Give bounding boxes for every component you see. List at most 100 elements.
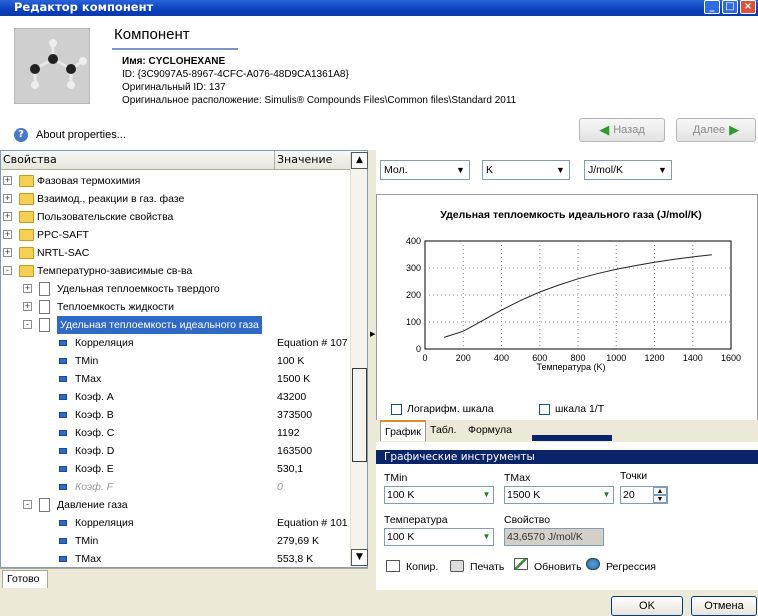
splitter[interactable]: ▶ <box>368 150 376 590</box>
tree-row-value: 100 K <box>277 355 305 367</box>
folder-icon <box>19 229 34 241</box>
points-spinner[interactable]: 20 ▲ ▼ <box>620 486 668 504</box>
property-bullet-icon <box>59 412 67 418</box>
tree-property-row[interactable]: Коэф. E 530,1 <box>1 460 350 478</box>
tab-graph[interactable]: График <box>380 420 426 441</box>
log-scale-checkbox[interactable] <box>391 404 402 415</box>
tree-property-row[interactable]: TMin 279,69 K <box>1 532 350 550</box>
tree-node-row[interactable]: + Удельная теплоемкость твердого <box>1 280 350 298</box>
tree-folder-row[interactable]: + Взаимод., реакции в газ. фазе <box>1 190 350 208</box>
view-tabs: График Табл. Формула <box>376 420 758 442</box>
tree-row-label: Удельная теплоемкость идеального газа <box>57 316 262 334</box>
ok-button[interactable]: OK <box>611 596 683 616</box>
tree-row-value: Equation # 101 <box>277 517 348 529</box>
spin-up-icon[interactable]: ▲ <box>653 487 667 495</box>
scroll-down-button[interactable]: ▼ <box>351 549 368 566</box>
folder-icon <box>19 247 34 259</box>
tab-formula[interactable]: Формула <box>464 420 516 441</box>
property-bullet-icon <box>59 358 67 364</box>
property-bullet-icon <box>59 484 67 490</box>
tmin-select[interactable]: 100 K ▼ <box>384 486 494 504</box>
scroll-up-button[interactable]: ▲ <box>351 152 368 169</box>
tab-table[interactable]: Табл. <box>426 420 460 441</box>
expand-icon[interactable]: + <box>23 284 32 293</box>
tree-folder-row[interactable]: + PPC-SAFT <box>1 226 350 244</box>
tree-row-label: Корреляция <box>75 337 134 349</box>
expand-icon[interactable]: + <box>3 230 12 239</box>
tree-property-row[interactable]: Корреляция Equation # 107 <box>1 334 350 352</box>
close-button[interactable]: × <box>740 0 756 14</box>
tree-row-value: 43200 <box>277 391 307 403</box>
tree-scrollbar[interactable]: ▲ ▼ <box>350 152 368 567</box>
temp-unit-select[interactable]: K ▼ <box>482 160 570 180</box>
tree-node-row[interactable]: + Теплоемкость жидкости <box>1 298 350 316</box>
print-button[interactable]: Печать <box>470 561 504 573</box>
tree-row-label: Коэф. C <box>75 427 115 439</box>
folder-icon <box>19 211 34 223</box>
column-header-value[interactable]: Значение <box>275 151 350 170</box>
tree-folder-row[interactable]: + Пользовательские свойства <box>1 208 350 226</box>
tree-property-row[interactable]: Коэф. C 1192 <box>1 424 350 442</box>
tree-row-value: 1192 <box>277 427 300 439</box>
tree-row-label: Температурно-зависимые св-ва <box>37 265 193 277</box>
tree-folder-row[interactable]: + NRTL-SAC <box>1 244 350 262</box>
x-tick-label: 600 <box>532 353 547 363</box>
tree-property-row[interactable]: Коэф. D 163500 <box>1 442 350 460</box>
tree-row-value: Equation # 107 <box>277 337 348 349</box>
chart-area: Удельная теплоемкость идеального газа (J… <box>376 194 758 422</box>
tree-property-row[interactable]: Корреляция Equation # 101 <box>1 514 350 532</box>
folder-icon <box>19 175 34 187</box>
collapse-icon[interactable]: - <box>23 500 32 509</box>
expand-icon[interactable]: + <box>3 212 12 221</box>
tree-property-row[interactable]: TMax 553,8 K <box>1 550 350 567</box>
scroll-thumb[interactable] <box>352 368 367 462</box>
tree-folder-row[interactable]: + Фазовая термохимия <box>1 172 350 190</box>
cancel-button[interactable]: Отмена <box>691 596 757 616</box>
inverse-scale-checkbox[interactable] <box>539 404 550 415</box>
cp-unit-select[interactable]: J/mol/K ▼ <box>584 160 672 180</box>
copy-button[interactable]: Копир. <box>406 561 438 573</box>
drag-handle[interactable] <box>532 435 612 441</box>
tree-node-row[interactable]: - Удельная теплоемкость идеального газа <box>1 316 350 334</box>
column-header-properties[interactable]: Свойства <box>1 151 275 170</box>
tree-row-label: NRTL-SAC <box>37 247 90 259</box>
tree-row-label: TMax <box>75 553 102 565</box>
regression-button[interactable]: Регрессия <box>606 561 656 573</box>
expand-icon[interactable]: + <box>3 194 12 203</box>
about-properties-link[interactable]: About properties... <box>36 129 126 141</box>
back-button[interactable]: ◀ Назад <box>579 118 665 142</box>
tmax-label: TMax <box>504 472 531 484</box>
expand-icon[interactable]: + <box>3 176 12 185</box>
tree-property-row[interactable]: Коэф. F 0 <box>1 478 350 496</box>
folder-icon <box>19 193 34 205</box>
expand-icon[interactable]: + <box>3 248 12 257</box>
tree-folder-row[interactable]: - Температурно-зависимые св-ва <box>1 262 350 280</box>
tree-row-value: 530,1 <box>277 463 304 475</box>
collapse-icon[interactable]: - <box>23 320 32 329</box>
status-text: Готово <box>2 570 48 588</box>
tree-node-row[interactable]: - Давление газа <box>1 496 350 514</box>
temperature-select[interactable]: 100 K ▼ <box>384 528 494 546</box>
basis-select[interactable]: Мол. ▼ <box>380 160 470 180</box>
tree-property-row[interactable]: Коэф. A 43200 <box>1 388 350 406</box>
refresh-button[interactable]: Обновить <box>534 561 582 573</box>
tree-property-row[interactable]: TMax 1500 K <box>1 370 350 388</box>
status-bar: Готово <box>0 568 368 590</box>
next-label: Далее <box>692 124 726 136</box>
property-label: Свойство <box>504 514 551 526</box>
property-bullet-icon <box>59 376 67 382</box>
tree-property-row[interactable]: TMin 100 K <box>1 352 350 370</box>
spin-down-icon[interactable]: ▼ <box>653 495 667 503</box>
maximize-button[interactable]: □ <box>722 0 738 14</box>
tree-row-label: Удельная теплоемкость твердого <box>57 283 220 295</box>
collapse-icon[interactable]: - <box>3 266 12 275</box>
tree-property-row[interactable]: Коэф. B 373500 <box>1 406 350 424</box>
next-button[interactable]: Далее ▶ <box>676 118 756 142</box>
x-tick-label: 1400 <box>683 353 703 363</box>
minimize-button[interactable]: _ <box>704 0 720 14</box>
document-icon <box>39 498 50 512</box>
tmax-select[interactable]: 1500 K ▼ <box>504 486 614 504</box>
property-value-field: 43,6570 J/mol/K <box>504 528 604 546</box>
expand-icon[interactable]: + <box>23 302 32 311</box>
temperature-label: Температура <box>384 514 448 526</box>
